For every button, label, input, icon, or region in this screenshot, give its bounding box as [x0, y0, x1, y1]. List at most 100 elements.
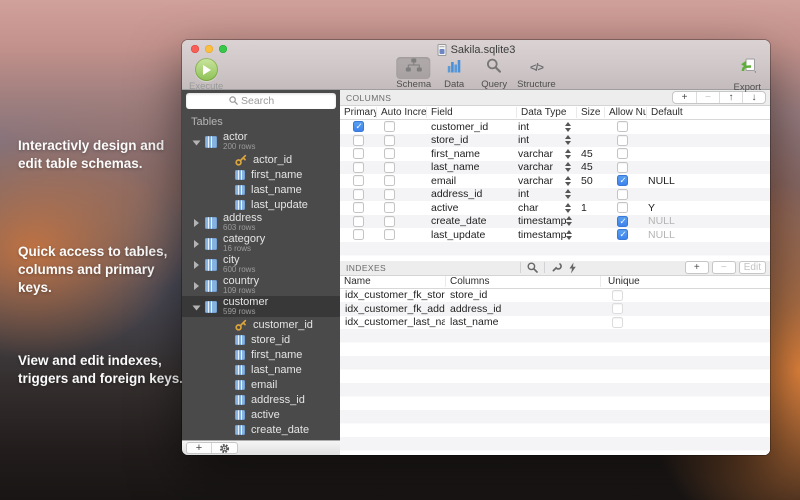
tab-data[interactable]: Data	[437, 57, 471, 90]
disclosure-triangle-icon[interactable]	[194, 219, 199, 227]
field-name[interactable]: email	[426, 175, 516, 187]
field-name[interactable]: address_id	[426, 188, 516, 200]
add-index-button[interactable]: +	[685, 261, 709, 274]
wrench-icon[interactable]	[551, 262, 562, 273]
table-row[interactable]: address_id int	[340, 188, 770, 202]
allow-null-checkbox[interactable]	[617, 148, 628, 159]
add-table-button[interactable]: +	[187, 443, 212, 453]
primary-checkbox[interactable]	[353, 229, 364, 240]
titlebar[interactable]: Sakila.sqlite3	[182, 40, 770, 57]
search-input[interactable]	[241, 95, 293, 107]
primary-checkbox[interactable]	[353, 135, 364, 146]
table-row[interactable]: last_update timestamp NULL	[340, 228, 770, 242]
gear-icon[interactable]	[212, 443, 237, 453]
index-name[interactable]: idx_customer_fk_addres…	[340, 303, 445, 315]
list-item[interactable]: city 600 rows	[182, 254, 340, 275]
index-row[interactable]: idx_customer_last_name last_name	[340, 316, 770, 330]
export-button[interactable]: Export	[734, 58, 761, 93]
type-stepper[interactable]	[566, 230, 572, 240]
list-item[interactable]: customer 599 rows	[182, 296, 340, 317]
tab-query[interactable]: Query	[477, 57, 511, 90]
allow-null-checkbox[interactable]	[617, 216, 628, 227]
unique-checkbox[interactable]	[612, 290, 623, 301]
add-column-button[interactable]: +	[673, 92, 696, 103]
index-columns[interactable]: last_name	[445, 316, 600, 328]
remove-column-button[interactable]: −	[696, 92, 719, 103]
tab-schema[interactable]: Schema	[396, 57, 431, 90]
edit-index-button[interactable]: Edit	[739, 261, 766, 274]
unique-checkbox[interactable]	[612, 303, 623, 314]
data-type-value[interactable]: int	[518, 121, 529, 133]
default-value[interactable]: NULL	[646, 175, 770, 187]
type-stepper[interactable]	[565, 162, 571, 172]
zoom-button[interactable]	[219, 45, 227, 53]
list-item[interactable]: category 16 rows	[182, 233, 340, 254]
field-name[interactable]: last_name	[426, 161, 516, 173]
auto-increment-checkbox[interactable]	[384, 162, 395, 173]
allow-null-checkbox[interactable]	[617, 175, 628, 186]
auto-increment-checkbox[interactable]	[384, 229, 395, 240]
list-item[interactable]: address_id	[182, 392, 340, 407]
type-stepper[interactable]	[565, 189, 571, 199]
size-value[interactable]: 45	[576, 161, 604, 173]
data-type-value[interactable]: int	[518, 188, 529, 200]
table-row[interactable]: customer_id int	[340, 120, 770, 134]
list-item[interactable]: first_name	[182, 167, 340, 182]
execute-button[interactable]: Execute	[189, 58, 223, 92]
type-stepper[interactable]	[566, 216, 572, 226]
auto-increment-checkbox[interactable]	[384, 135, 395, 146]
list-item[interactable]: email	[182, 377, 340, 392]
auto-increment-checkbox[interactable]	[384, 216, 395, 227]
auto-increment-checkbox[interactable]	[384, 189, 395, 200]
disclosure-triangle-icon[interactable]	[194, 282, 199, 290]
type-stepper[interactable]	[565, 203, 571, 213]
allow-null-checkbox[interactable]	[617, 162, 628, 173]
list-item[interactable]: last_name	[182, 362, 340, 377]
primary-checkbox[interactable]	[353, 189, 364, 200]
primary-checkbox[interactable]	[353, 202, 364, 213]
list-item[interactable]: actor 200 rows	[182, 131, 340, 152]
tab-structure[interactable]: </> Structure	[517, 57, 556, 90]
move-up-button[interactable]: ↑	[719, 92, 742, 103]
size-value[interactable]: 50	[576, 175, 604, 187]
list-item[interactable]: store_id	[182, 332, 340, 347]
auto-increment-checkbox[interactable]	[384, 202, 395, 213]
data-type-value[interactable]: timestamp	[518, 229, 566, 241]
allow-null-checkbox[interactable]	[617, 135, 628, 146]
lightning-icon[interactable]	[568, 262, 577, 274]
allow-null-checkbox[interactable]	[617, 202, 628, 213]
minimize-button[interactable]	[205, 45, 213, 53]
primary-checkbox[interactable]	[353, 148, 364, 159]
size-value[interactable]: 45	[576, 148, 604, 160]
table-row[interactable]: active char 1 Y	[340, 201, 770, 215]
list-item[interactable]: last_name	[182, 182, 340, 197]
type-stepper[interactable]	[565, 122, 571, 132]
primary-checkbox[interactable]	[353, 216, 364, 227]
index-columns[interactable]: address_id	[445, 303, 600, 315]
default-value[interactable]: NULL	[646, 229, 770, 241]
index-name[interactable]: idx_customer_fk_store_id	[340, 289, 445, 301]
list-item[interactable]: create_date	[182, 422, 340, 437]
field-name[interactable]: last_update	[426, 229, 516, 241]
primary-checkbox[interactable]	[353, 175, 364, 186]
search-indexes-icon[interactable]	[527, 262, 538, 273]
auto-increment-checkbox[interactable]	[384, 121, 395, 132]
disclosure-triangle-icon[interactable]	[194, 240, 199, 248]
allow-null-checkbox[interactable]	[617, 121, 628, 132]
data-type-value[interactable]: varchar	[518, 161, 553, 173]
primary-checkbox[interactable]	[353, 162, 364, 173]
data-type-value[interactable]: varchar	[518, 148, 553, 160]
data-type-value[interactable]: timestamp	[518, 215, 566, 227]
list-item[interactable]: first_name	[182, 347, 340, 362]
index-columns[interactable]: store_id	[445, 289, 600, 301]
type-stepper[interactable]	[565, 176, 571, 186]
table-row[interactable]: first_name varchar 45	[340, 147, 770, 161]
index-name[interactable]: idx_customer_last_name	[340, 316, 445, 328]
field-name[interactable]: customer_id	[426, 121, 516, 133]
size-value[interactable]: 1	[576, 202, 604, 214]
default-value[interactable]: Y	[646, 202, 770, 214]
table-row[interactable]: last_name varchar 45	[340, 161, 770, 175]
search-field[interactable]	[186, 93, 336, 109]
disclosure-triangle-icon[interactable]	[193, 305, 201, 310]
field-name[interactable]: active	[426, 202, 516, 214]
